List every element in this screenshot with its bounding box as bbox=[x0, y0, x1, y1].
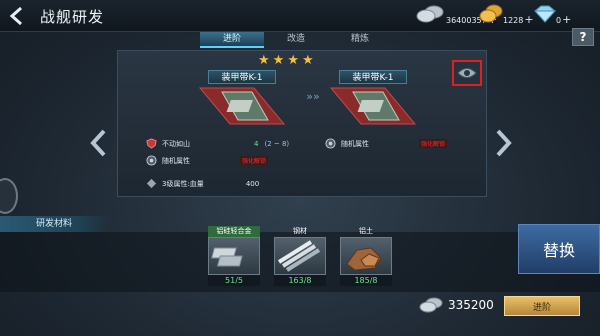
stat-row: 不动如山 4 (2 ~ 8) bbox=[146, 138, 289, 149]
current-item-name: 装甲带K-1 bbox=[208, 70, 276, 84]
tab-bar: 进阶 改造 精炼 bbox=[200, 32, 392, 48]
side-handle[interactable] bbox=[0, 178, 18, 214]
material-box bbox=[208, 237, 260, 275]
diamond-bullet-icon bbox=[146, 178, 157, 189]
stat-range: (2 ~ 8) bbox=[264, 139, 290, 148]
star-icon: ★ bbox=[258, 53, 270, 68]
upgrade-cost: 335200 bbox=[418, 296, 494, 314]
cost-amount: 335200 bbox=[448, 298, 494, 312]
steel-bars-icon bbox=[277, 240, 321, 272]
preview-button[interactable] bbox=[452, 60, 482, 86]
material-name: 铝硅轻合金 bbox=[208, 226, 260, 237]
material-count: 163/8 bbox=[274, 275, 326, 286]
tab-refine[interactable]: 精炼 bbox=[328, 32, 392, 48]
material-box bbox=[274, 237, 326, 275]
gold-coins-icon bbox=[479, 4, 503, 23]
material-box bbox=[340, 237, 392, 275]
silver-coins-icon bbox=[419, 297, 443, 313]
next-item-card[interactable]: 装甲带K-1 bbox=[323, 70, 423, 126]
diamond-resource[interactable]: 0 + bbox=[532, 3, 571, 25]
diamond-icon bbox=[533, 5, 557, 23]
advance-button[interactable]: 进阶 bbox=[504, 296, 580, 316]
material-name: 钢材 bbox=[293, 227, 307, 235]
tab-modify[interactable]: 改造 bbox=[264, 32, 328, 48]
back-button[interactable] bbox=[4, 3, 30, 29]
current-item-card[interactable]: 装甲带K-1 bbox=[192, 70, 292, 126]
page-title: 战舰研发 bbox=[40, 8, 105, 26]
stat-name: 不动如山 bbox=[162, 139, 190, 148]
replace-button[interactable]: 替换 bbox=[518, 224, 600, 274]
chevron-right-icon bbox=[496, 129, 512, 157]
star-icon: ★ bbox=[287, 53, 299, 68]
shield-icon bbox=[146, 138, 157, 149]
stat-row: 随机属性 强化解锁 bbox=[325, 138, 448, 149]
bauxite-icon bbox=[346, 247, 382, 271]
material-slot[interactable]: 铝硅轻合金 51/5 bbox=[208, 226, 260, 286]
armor-belt-icon bbox=[198, 87, 286, 125]
star-rating: ★ ★ ★ ★ bbox=[258, 54, 314, 67]
diamond-amount: 0 bbox=[556, 16, 562, 25]
stat-name: 随机属性 bbox=[341, 139, 369, 148]
stat-name: 随机属性 bbox=[162, 156, 190, 165]
material-slot[interactable]: 钢材 163/8 bbox=[274, 226, 326, 286]
material-slot[interactable]: 铝土 185/8 bbox=[340, 226, 392, 286]
armor-belt-icon bbox=[329, 87, 417, 125]
gear-icon bbox=[325, 138, 336, 149]
lock-tag: 强化解锁 bbox=[419, 139, 448, 148]
star-icon: ★ bbox=[272, 53, 285, 68]
upgrade-panel bbox=[117, 50, 487, 197]
silver-coins-icon bbox=[416, 5, 444, 23]
star-icon: ★ bbox=[301, 53, 314, 68]
gold-resource[interactable]: 1228 + bbox=[477, 3, 534, 25]
material-count: 185/8 bbox=[340, 275, 392, 286]
material-name: 铝土 bbox=[359, 227, 373, 235]
stat-value: 4 bbox=[254, 139, 259, 148]
materials-section-label: 研发材料 bbox=[0, 216, 110, 232]
tab-advance[interactable]: 进阶 bbox=[200, 32, 264, 48]
stat-row: 3级属性:血量 400 bbox=[146, 178, 259, 189]
back-arrow-icon bbox=[9, 6, 22, 26]
previous-item-button[interactable] bbox=[88, 128, 110, 158]
top-bar: 战舰研发 36400357 + 1228 + 0 + bbox=[0, 0, 600, 32]
chevron-right-icon: »» bbox=[306, 89, 320, 103]
material-count: 51/5 bbox=[208, 275, 260, 286]
gold-amount: 1228 bbox=[503, 16, 524, 25]
next-item-name: 装甲带K-1 bbox=[339, 70, 407, 84]
lock-tag: 强化解锁 bbox=[240, 156, 269, 165]
gear-icon bbox=[146, 155, 157, 166]
stat-name: 3级属性:血量 bbox=[162, 179, 204, 188]
eye-icon bbox=[457, 68, 477, 78]
alloy-ingot-icon bbox=[211, 247, 243, 267]
diamond-add-icon[interactable]: + bbox=[562, 14, 571, 25]
stat-value: 400 bbox=[245, 179, 260, 188]
next-item-button[interactable] bbox=[492, 128, 514, 158]
chevron-left-icon bbox=[90, 129, 106, 157]
help-button[interactable]: ? bbox=[572, 28, 594, 46]
stat-row: 随机属性 强化解锁 bbox=[146, 155, 269, 166]
